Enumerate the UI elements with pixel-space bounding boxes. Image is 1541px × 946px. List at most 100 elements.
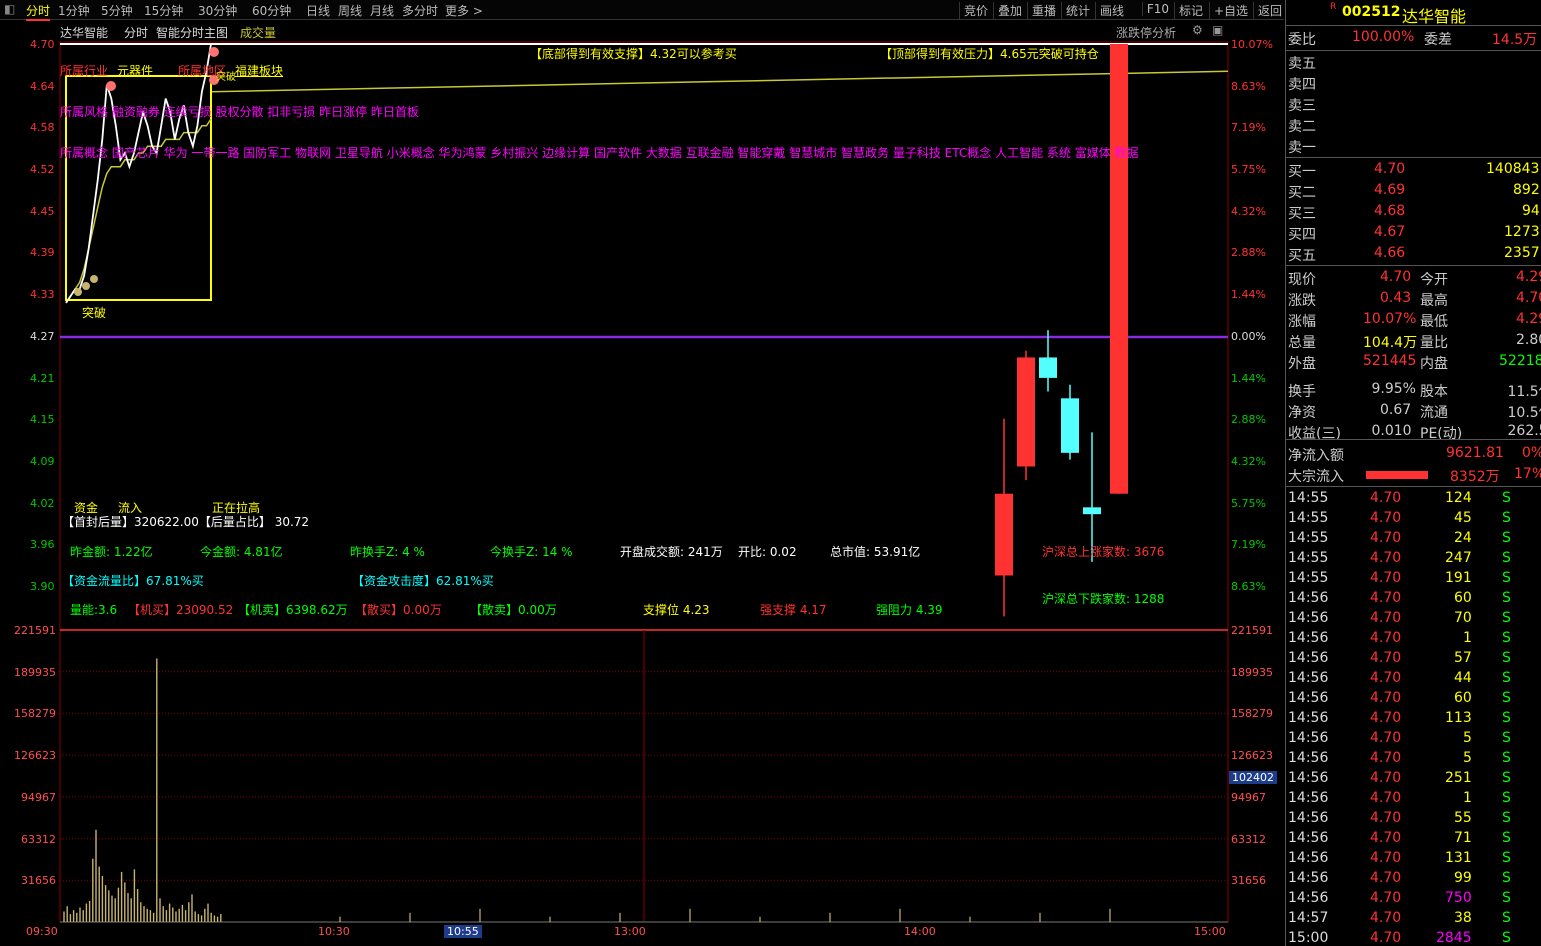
buy-volume: 892 xyxy=(1513,182,1540,198)
buy-volume: 2357 xyxy=(1504,245,1540,261)
tick-price: 4.70 xyxy=(1370,770,1402,786)
tick-volume: 57 xyxy=(1454,650,1472,666)
volume-tick-left: 126623 xyxy=(14,749,56,763)
tick-volume: 1 xyxy=(1463,790,1472,806)
stock-name: 达华智能 xyxy=(1402,7,1467,26)
stat-label-2: 量比 xyxy=(1420,335,1448,351)
industry-label: 所属行业 xyxy=(60,64,109,78)
price-tick-right: 8.63% xyxy=(1231,580,1266,593)
tick-row: 14:56 4.70 750 S xyxy=(1286,889,1541,909)
tick-volume: 5 xyxy=(1463,730,1472,746)
volume-tick-left: 158279 xyxy=(14,707,56,721)
tick-row: 14:56 4.70 60 S xyxy=(1286,589,1541,609)
price-tick-right: 1.44% xyxy=(1231,288,1266,302)
buy-volume: 1273 xyxy=(1504,224,1540,240)
tick-price: 4.70 xyxy=(1370,570,1402,586)
weicha-label: 委差 xyxy=(1424,32,1452,48)
tick-time: 14:56 xyxy=(1288,770,1329,786)
price-tick-left: 4.02 xyxy=(30,496,55,510)
stat-value-2: 11.5亿 xyxy=(1507,384,1541,400)
inst-sell: 【机卖】6398.62万 xyxy=(238,603,348,617)
candle-body xyxy=(1110,44,1128,494)
buy-level: 买五 4.66 2357 xyxy=(1286,244,1541,264)
intraday-chart[interactable] xyxy=(0,0,1284,946)
tick-price: 4.70 xyxy=(1370,630,1402,646)
stat-label: 现价 xyxy=(1288,272,1316,288)
tick-price: 4.70 xyxy=(1370,790,1402,806)
stat-value-2: 2.80 xyxy=(1516,332,1541,348)
tick-side: S xyxy=(1502,530,1511,546)
price-tick-right: 7.19% xyxy=(1231,121,1266,135)
stat-value-2: 4.70 xyxy=(1516,290,1541,306)
stat-label: 外盘 xyxy=(1288,356,1316,372)
tick-side: S xyxy=(1502,510,1511,526)
candle-body xyxy=(1083,507,1101,515)
price-tick-left: 3.96 xyxy=(30,538,55,552)
price-tick-left: 4.58 xyxy=(30,121,55,135)
tick-price: 4.70 xyxy=(1370,810,1402,826)
buy-label: 买二 xyxy=(1288,185,1316,201)
tick-price: 4.70 xyxy=(1370,670,1402,686)
tick-row: 14:56 4.70 1 S xyxy=(1286,629,1541,649)
tick-time: 14:56 xyxy=(1288,750,1329,766)
divider xyxy=(1286,50,1541,51)
tick-time: 14:56 xyxy=(1288,710,1329,726)
stock-code: 002512 xyxy=(1342,4,1401,20)
market-cap: 总市值: 53.91亿 xyxy=(830,545,921,559)
price-tick-right: 8.63% xyxy=(1231,79,1266,93)
stat-value: 0.43 xyxy=(1380,290,1412,306)
today-turnover: 今换手Z: 14 % xyxy=(490,545,573,559)
retail-buy: 【散买】0.00万 xyxy=(355,603,442,617)
stat-label: 涨幅 xyxy=(1288,314,1316,330)
tick-row: 14:55 4.70 247 S xyxy=(1286,549,1541,569)
tick-volume: 99 xyxy=(1454,870,1472,886)
tick-volume: 60 xyxy=(1454,590,1472,606)
stat-label: 收益(三) xyxy=(1288,426,1341,442)
sell-label: 卖四 xyxy=(1288,77,1316,93)
tick-price: 4.70 xyxy=(1370,930,1402,946)
tick-side: S xyxy=(1502,770,1511,786)
buy-label: 买五 xyxy=(1288,248,1316,264)
stat-row: 外盘 521445内盘 522184 xyxy=(1286,352,1541,372)
tick-row: 14:56 4.70 1 S xyxy=(1286,789,1541,809)
buy-signal-dot xyxy=(74,288,82,296)
tick-time: 14:55 xyxy=(1288,510,1329,526)
tick-row: 14:56 4.70 60 S xyxy=(1286,689,1541,709)
tick-side: S xyxy=(1502,590,1511,606)
candle-body xyxy=(1061,398,1079,453)
support-level: 支撑位 4.23 xyxy=(643,603,710,617)
volume-tick-left: 94967 xyxy=(21,790,56,804)
tick-row: 14:56 4.70 5 S xyxy=(1286,749,1541,769)
buy-volume: 140843 xyxy=(1486,161,1540,177)
tick-price: 4.70 xyxy=(1370,750,1402,766)
strong-support: 强支撑 4.17 xyxy=(760,603,827,617)
weicha-value: 14.5万 xyxy=(1492,32,1538,48)
time-tick: 10:55 xyxy=(444,925,482,938)
tick-row: 14:56 4.70 57 S xyxy=(1286,649,1541,669)
stat-label: 换手 xyxy=(1288,384,1316,400)
tick-time: 14:55 xyxy=(1288,530,1329,546)
price-tick-right: 5.75% xyxy=(1231,496,1266,510)
region-value: 福建板块 xyxy=(235,64,284,78)
attack-level: 【资金攻击度】62.81%买 xyxy=(352,574,494,588)
divider xyxy=(1286,265,1541,266)
tick-row: 15:00 4.70 2845 S xyxy=(1286,929,1541,946)
tick-volume: 70 xyxy=(1454,610,1472,626)
tick-side: S xyxy=(1502,810,1511,826)
volume-tick-right: 94967 xyxy=(1231,790,1266,804)
tick-volume: 55 xyxy=(1454,810,1472,826)
flow-ratio: 【资金流量比】67.81%买 xyxy=(62,574,204,588)
strong-resist: 强阻力 4.39 xyxy=(876,603,943,617)
time-tick: 10:30 xyxy=(318,925,350,938)
tick-side: S xyxy=(1502,850,1511,866)
stat-label-2: 今开 xyxy=(1420,272,1448,288)
buy-signal-dot xyxy=(90,275,98,283)
tick-price: 4.70 xyxy=(1370,530,1402,546)
average-price-line xyxy=(211,70,1229,93)
tick-time: 14:55 xyxy=(1288,550,1329,566)
price-tick-left: 4.64 xyxy=(30,79,55,93)
tick-price: 4.70 xyxy=(1370,650,1402,666)
sell-level: 卖二 xyxy=(1286,115,1541,135)
inst-buy: 【机买】23090.52 xyxy=(128,603,234,617)
price-tick-right: 0.00% xyxy=(1231,329,1266,343)
